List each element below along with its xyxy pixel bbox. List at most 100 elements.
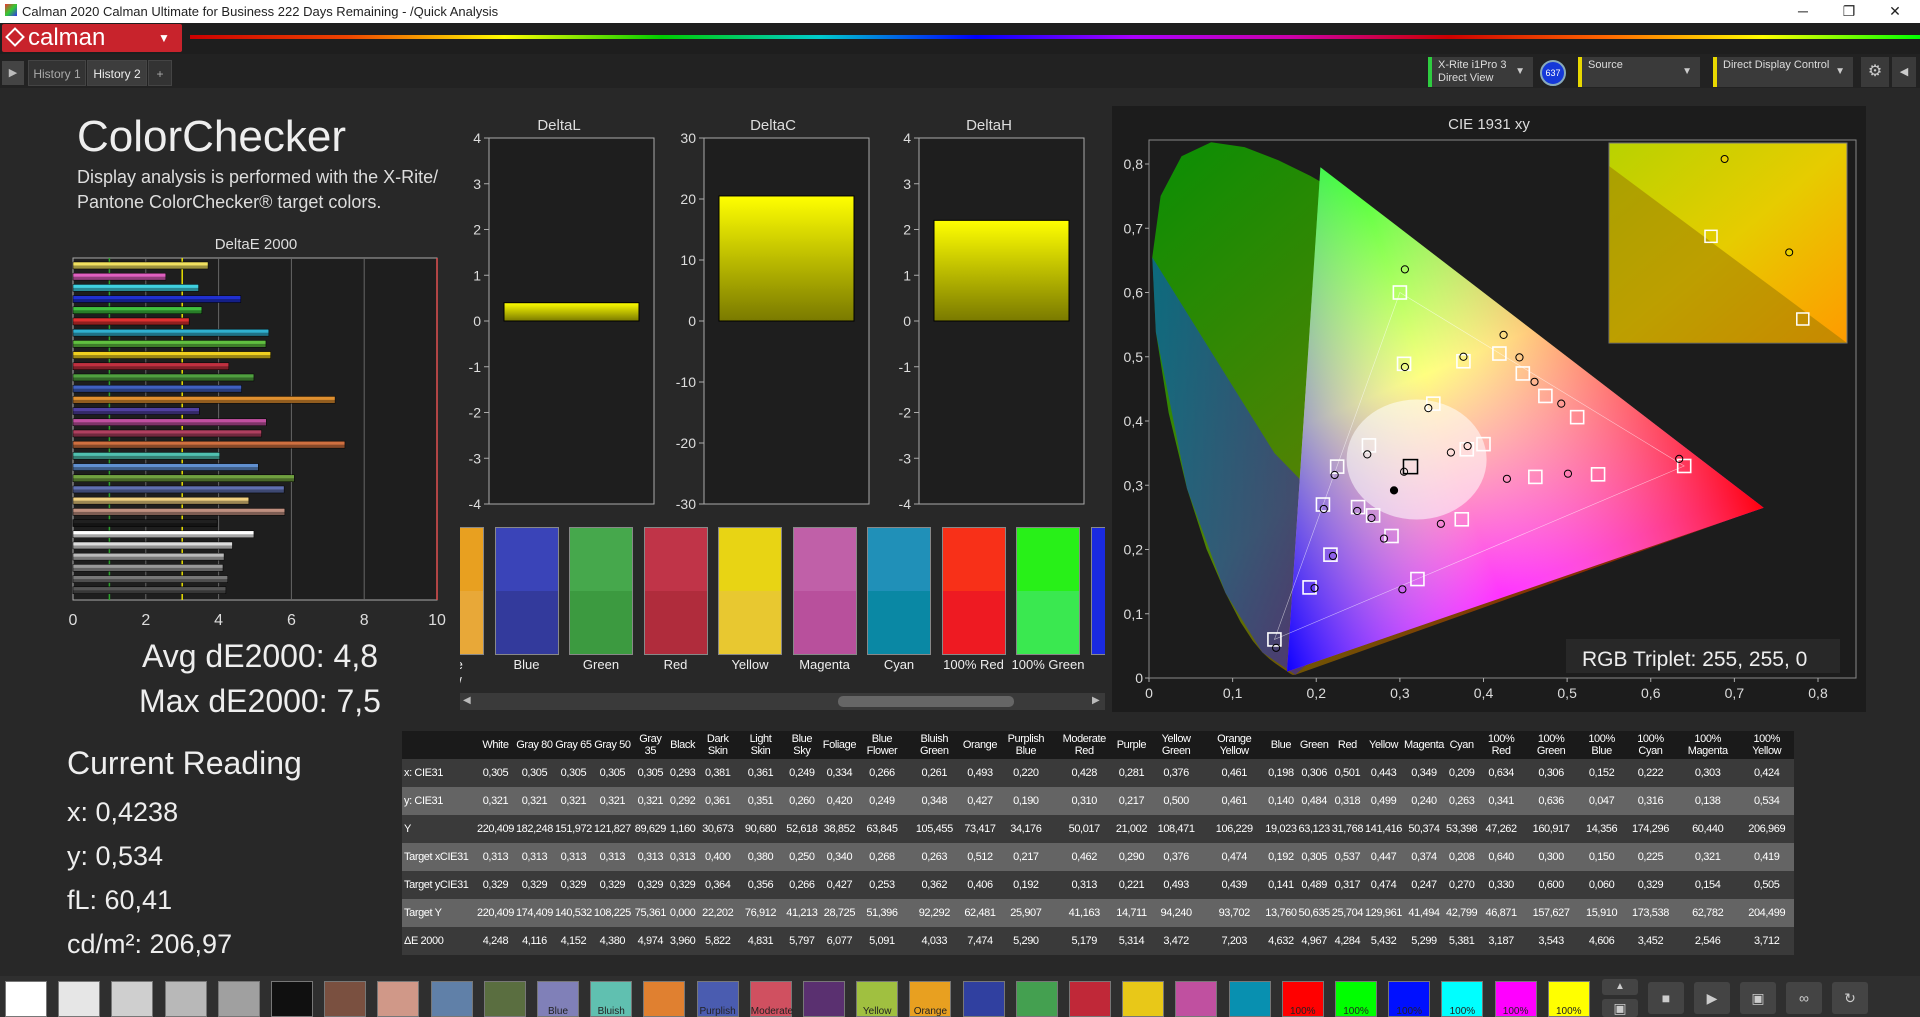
table-column-header[interactable]: Yellow Green	[1148, 731, 1205, 759]
color-swatch[interactable]	[460, 527, 484, 655]
table-cell: 46,871	[1478, 899, 1524, 927]
calman-logo-menu[interactable]: calman ▼	[2, 24, 182, 52]
gear-icon[interactable]: ⚙	[1861, 57, 1889, 87]
meter-selector[interactable]: X-Rite i1Pro 3 Direct View ▼	[1428, 57, 1533, 87]
deltah-bar	[933, 219, 1070, 322]
measure-swatch-button[interactable]: 100%	[1335, 981, 1377, 1017]
measure-swatch-button[interactable]	[643, 981, 686, 1017]
table-column-header[interactable]: Gray 65	[553, 731, 593, 759]
table-column-header[interactable]: White	[476, 731, 515, 759]
measure-swatch-button[interactable]: Bluish	[590, 981, 633, 1017]
refresh-button[interactable]: ↻	[1832, 982, 1868, 1014]
table-column-header[interactable]: Blue Flower	[857, 731, 907, 759]
measure-swatch-button[interactable]	[430, 981, 473, 1017]
table-column-header[interactable]: Gray 35	[631, 731, 669, 759]
table-column-header[interactable]: Red	[1330, 731, 1365, 759]
table-column-header[interactable]: 100% Blue	[1578, 731, 1625, 759]
measure-swatch-button[interactable]	[164, 981, 207, 1017]
display-selector[interactable]: Direct Display Control ▼	[1713, 57, 1853, 87]
table-column-header[interactable]: Black	[668, 731, 697, 759]
meter-badge[interactable]: 637	[1540, 60, 1566, 86]
table-column-header[interactable]: Gray 80	[514, 731, 554, 759]
cie-x-tick-label: 0,7	[1725, 685, 1745, 701]
measure-swatch-button[interactable]: Blue	[537, 981, 579, 1017]
color-swatch[interactable]	[1090, 527, 1105, 655]
table-column-header[interactable]: Cyan	[1445, 731, 1479, 759]
measure-swatch-button[interactable]: 100%	[1388, 981, 1431, 1017]
scroll-right-icon[interactable]: ▶	[1092, 695, 1100, 706]
table-column-header[interactable]: Purplish Blue	[998, 731, 1054, 759]
table-column-header[interactable]: 100% Cyan	[1624, 731, 1676, 759]
measure-swatch-button[interactable]: 100%	[1494, 981, 1537, 1017]
nav-back-button[interactable]: ▶	[2, 61, 24, 85]
measure-swatch-button[interactable]	[962, 981, 1005, 1017]
measure-swatch-button[interactable]: Orange	[909, 981, 952, 1017]
play-button[interactable]: ▶	[1694, 982, 1730, 1014]
close-button[interactable]: ✕	[1872, 0, 1918, 23]
source-selector[interactable]: Source ▼	[1578, 57, 1700, 87]
panel-toggle-button[interactable]: ◀	[1892, 57, 1916, 87]
table-column-header[interactable]: Purple	[1114, 731, 1149, 759]
table-column-header[interactable]: Blue Sky	[781, 731, 822, 759]
measure-swatch-button[interactable]: Moderate	[749, 981, 793, 1017]
measure-swatch-button[interactable]: 100%	[1547, 981, 1590, 1017]
measure-swatch-button[interactable]	[803, 981, 845, 1017]
add-tab-button[interactable]: +	[148, 60, 172, 86]
save-button[interactable]: ▣	[1740, 982, 1776, 1014]
swatch-strip[interactable]: nge low Blue Green Red Yellow Magenta Cyan 100%…	[460, 525, 1105, 693]
restore-button[interactable]: ❐	[1826, 0, 1872, 23]
color-swatch[interactable]	[792, 527, 857, 655]
measure-swatch-button[interactable]: 100%	[1281, 981, 1324, 1017]
measure-swatch-button[interactable]	[58, 981, 101, 1017]
swatch-scrollbar[interactable]: ◀ ▶	[460, 693, 1105, 710]
measure-swatch-button[interactable]	[483, 981, 526, 1017]
color-swatch[interactable]	[941, 527, 1006, 655]
measure-swatch-button[interactable]	[1175, 981, 1218, 1017]
table-column-header[interactable]: Blue	[1264, 731, 1298, 759]
table-column-header[interactable]: 100% Red	[1478, 731, 1524, 759]
table-column-header[interactable]: Yellow	[1364, 731, 1404, 759]
measure-swatch-button[interactable]	[1069, 981, 1111, 1017]
table-column-header[interactable]: Green	[1297, 731, 1331, 759]
table-column-header[interactable]: Light Skin	[739, 731, 782, 759]
color-swatch[interactable]	[569, 527, 633, 655]
record-button[interactable]: ▣	[1602, 999, 1638, 1017]
scroll-thumb[interactable]	[838, 696, 1014, 707]
tab-history-1[interactable]: History 1	[28, 60, 86, 86]
color-swatch[interactable]	[867, 527, 931, 655]
stop-button[interactable]: ■	[1648, 982, 1684, 1014]
color-swatch[interactable]	[718, 527, 782, 655]
minimize-button[interactable]: ─	[1780, 0, 1826, 23]
scroll-up-button[interactable]: ▲	[1602, 979, 1638, 995]
measure-swatch-button[interactable]	[217, 981, 260, 1017]
measure-swatch-button[interactable]: 100%	[1441, 981, 1484, 1017]
table-column-header[interactable]: Foliage	[821, 731, 858, 759]
table-column-header[interactable]: Orange Yellow	[1204, 731, 1265, 759]
table-column-header[interactable]: Orange	[961, 731, 999, 759]
table-column-header[interactable]: 100% Magenta	[1675, 731, 1740, 759]
color-swatch[interactable]	[494, 527, 559, 655]
table-column-header[interactable]: Bluish Green	[906, 731, 962, 759]
table-column-header[interactable]: 100% Green	[1523, 731, 1579, 759]
table-cell: 0,290	[1114, 843, 1149, 871]
table-column-header[interactable]: Moderate Red	[1053, 731, 1115, 759]
measure-swatch-button[interactable]	[1122, 981, 1165, 1017]
measure-swatch-button[interactable]	[271, 981, 313, 1017]
measure-swatch-button[interactable]	[377, 981, 420, 1017]
measure-swatch-button[interactable]: Purplish	[696, 981, 739, 1017]
measure-swatch-button[interactable]	[5, 981, 47, 1017]
color-swatch[interactable]	[1016, 527, 1080, 655]
table-column-header[interactable]: Magenta	[1403, 731, 1446, 759]
measure-swatch-button[interactable]	[324, 981, 367, 1017]
measure-swatch-button[interactable]: Yellow	[856, 981, 899, 1017]
scroll-left-icon[interactable]: ◀	[463, 695, 471, 706]
tab-history-2[interactable]: History 2	[87, 60, 147, 86]
loop-button[interactable]: ∞	[1786, 982, 1822, 1014]
measure-swatch-button[interactable]	[1015, 981, 1058, 1017]
table-column-header[interactable]: Gray 50	[592, 731, 632, 759]
measure-swatch-button[interactable]	[111, 981, 154, 1017]
color-swatch[interactable]	[643, 527, 708, 655]
table-column-header[interactable]: 100% Yellow	[1739, 731, 1794, 759]
table-column-header[interactable]: Dark Skin	[696, 731, 740, 759]
measure-swatch-button[interactable]	[1228, 981, 1271, 1017]
